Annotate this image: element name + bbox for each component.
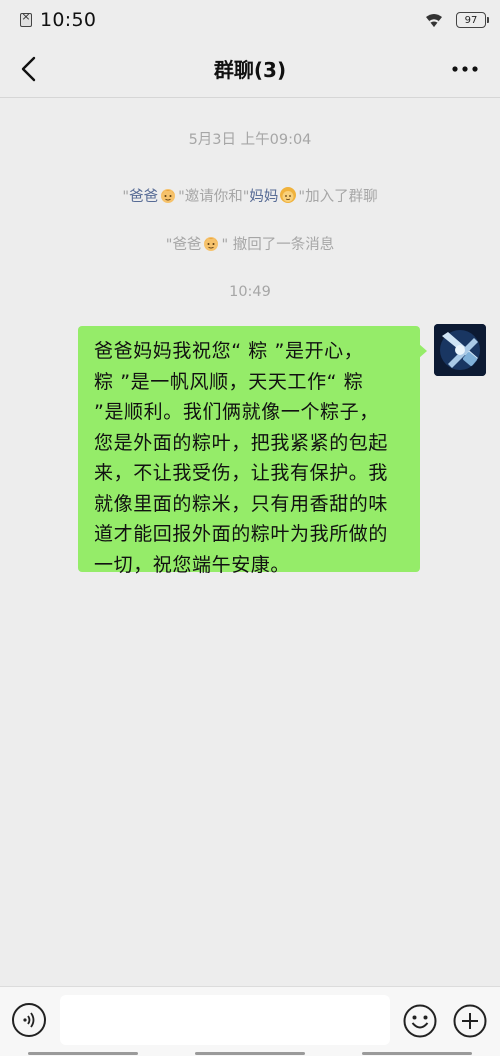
nav-bar: 群聊(3) <box>0 40 500 98</box>
battery-level: 97 <box>464 14 478 26</box>
woman-face-emoji-icon <box>280 187 297 203</box>
more-button[interactable] <box>448 52 482 86</box>
message-line: ”是顺利。我们俩就像一个粽子， <box>94 401 379 423</box>
join-text: "加入了群聊 <box>298 189 378 205</box>
system-invite-message: "爸爸 "邀请你和"妈妈 "加入了群聊 <box>0 185 500 206</box>
plus-icon <box>453 1004 487 1038</box>
nickname-mom[interactable]: 妈妈 <box>249 189 278 205</box>
emoji-icon <box>403 1004 437 1038</box>
avatar-image <box>434 324 486 376</box>
back-button[interactable] <box>14 52 48 86</box>
status-bar: 10:50 97 <box>0 0 500 40</box>
invite-text: "邀请你和" <box>178 189 250 205</box>
system-nav-hint <box>0 1052 500 1056</box>
message-line: 来，不让我受伤，让我有保护。我 <box>94 462 389 484</box>
recall-name: 爸爸 <box>172 237 202 253</box>
voice-icon <box>23 1012 35 1028</box>
nav-hint-bar <box>194 1052 305 1055</box>
no-sim-icon <box>20 10 32 27</box>
avatar[interactable] <box>434 324 486 376</box>
timestamp: 10:49 <box>229 284 271 300</box>
plus-button[interactable] <box>452 1003 488 1039</box>
message-line: 粽 ”是一帆风顺，天天工作“ 粽 <box>94 370 364 393</box>
message-line: 道才能回报外面的粽叶为我所做的 <box>94 523 389 545</box>
man-face-emoji-icon <box>204 237 219 251</box>
emoji-button[interactable] <box>402 1003 438 1039</box>
status-left: 10:50 <box>20 9 96 31</box>
nickname-dad[interactable]: 爸爸 <box>129 189 158 205</box>
input-bar <box>0 986 500 1056</box>
message-input[interactable] <box>60 995 390 1045</box>
status-right: 97 <box>424 12 489 28</box>
message-line: 就像里面的粽米，只有用香甜的味 <box>94 492 389 515</box>
nav-hint-bar <box>28 1052 139 1055</box>
message-bubble[interactable]: 爸爸妈妈我祝您“ 粽 ”是开心， 粽 ”是一帆风顺，天天工作“ 粽 ”是顺利。我… <box>78 326 427 576</box>
battery-icon: 97 <box>456 12 489 28</box>
back-arrow-icon <box>21 56 36 82</box>
message-line: 您是外面的粽叶，把我紧紧的包起 <box>94 431 389 454</box>
chat-title: 群聊(3) <box>213 58 287 82</box>
voice-button[interactable] <box>12 1003 46 1037</box>
system-recall-message: "爸爸 " 撤回了一条消息 <box>0 233 500 254</box>
timestamp: 5月3日 上午09:04 <box>188 132 312 148</box>
nav-hint-bar <box>361 1052 472 1055</box>
status-time: 10:50 <box>40 9 97 31</box>
message-line: 爸爸妈妈我祝您“ 粽 ”是开心， <box>94 340 364 362</box>
man-face-emoji-icon <box>161 189 176 203</box>
message-line: 一切，祝您端午安康。 <box>94 553 291 576</box>
chat-area[interactable]: 5月3日 上午09:04 "爸爸 "邀请你和"妈妈 "加入了群聊 "爸爸 " 撤… <box>0 98 500 986</box>
wifi-icon <box>426 14 442 27</box>
recall-text: " 撤回了一条消息 <box>221 237 335 253</box>
more-dots-icon <box>452 66 478 72</box>
